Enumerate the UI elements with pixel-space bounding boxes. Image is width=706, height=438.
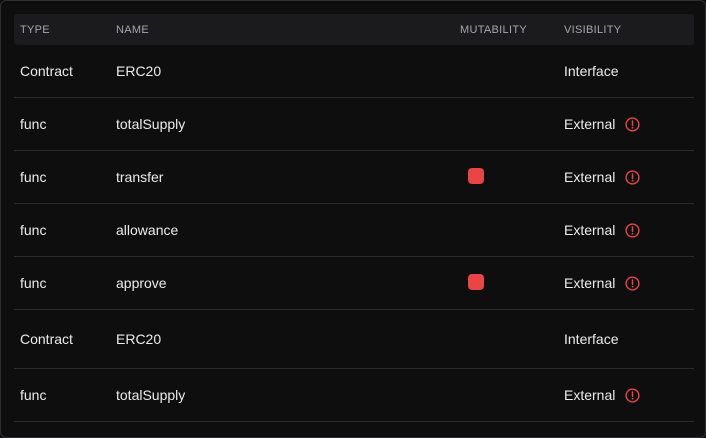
visibility-cell: External: [558, 169, 694, 185]
table-row[interactable]: func allowance External: [14, 204, 694, 257]
column-header-visibility: VISIBILITY: [564, 23, 622, 36]
table-header: TYPE NAME MUTABILITY VISIBILITY: [14, 14, 694, 45]
visibility-label: Interface: [564, 63, 619, 79]
visibility-label: External: [564, 387, 616, 403]
column-header-mutability: MUTABILITY: [460, 23, 527, 36]
visibility-cell: External: [558, 116, 694, 132]
functions-table-panel: TYPE NAME MUTABILITY VISIBILITY Contract…: [0, 0, 706, 438]
name-cell: transfer: [116, 169, 164, 185]
name-cell: totalSupply: [116, 116, 186, 132]
name-cell: ERC20: [116, 63, 162, 79]
visibility-label: External: [564, 222, 616, 238]
mutability-cell: [454, 273, 558, 293]
name-cell: allowance: [116, 222, 179, 238]
mutability-badge: [468, 273, 484, 290]
visibility-label: External: [564, 169, 616, 185]
warning-circle-icon[interactable]: [625, 169, 640, 185]
table-row[interactable]: func totalSupply External: [14, 98, 694, 151]
column-header-type: TYPE: [20, 23, 50, 36]
table-row[interactable]: func approve External: [14, 257, 694, 310]
visibility-label: External: [564, 116, 616, 132]
visibility-label: Interface: [564, 331, 619, 347]
warning-circle-icon[interactable]: [625, 222, 640, 238]
visibility-cell: External: [558, 387, 694, 403]
visibility-cell: External: [558, 222, 694, 238]
type-cell: Contract: [20, 63, 73, 79]
type-cell: func: [20, 275, 47, 291]
name-cell: approve: [116, 275, 167, 291]
column-header-name: NAME: [116, 23, 149, 36]
warning-circle-icon[interactable]: [625, 275, 640, 291]
type-cell: Contract: [20, 331, 73, 347]
type-cell: func: [20, 169, 47, 185]
warning-circle-icon[interactable]: [625, 116, 640, 132]
type-cell: func: [20, 222, 47, 238]
visibility-cell: Interface: [558, 63, 694, 79]
visibility-cell: Interface: [558, 331, 694, 347]
mutability-badge: [468, 167, 484, 184]
functions-table: TYPE NAME MUTABILITY VISIBILITY Contract…: [14, 14, 694, 422]
table-row[interactable]: func totalSupply External: [14, 369, 694, 422]
visibility-cell: External: [558, 275, 694, 291]
table-row[interactable]: func transfer External: [14, 151, 694, 204]
mutability-cell: [454, 167, 558, 187]
warning-circle-icon[interactable]: [625, 387, 640, 403]
type-cell: func: [20, 116, 47, 132]
visibility-label: External: [564, 275, 616, 291]
type-cell: func: [20, 387, 47, 403]
name-cell: ERC20: [116, 331, 162, 347]
table-row[interactable]: Contract ERC20 Interface: [14, 310, 694, 369]
name-cell: totalSupply: [116, 387, 186, 403]
table-row[interactable]: Contract ERC20 Interface: [14, 45, 694, 98]
